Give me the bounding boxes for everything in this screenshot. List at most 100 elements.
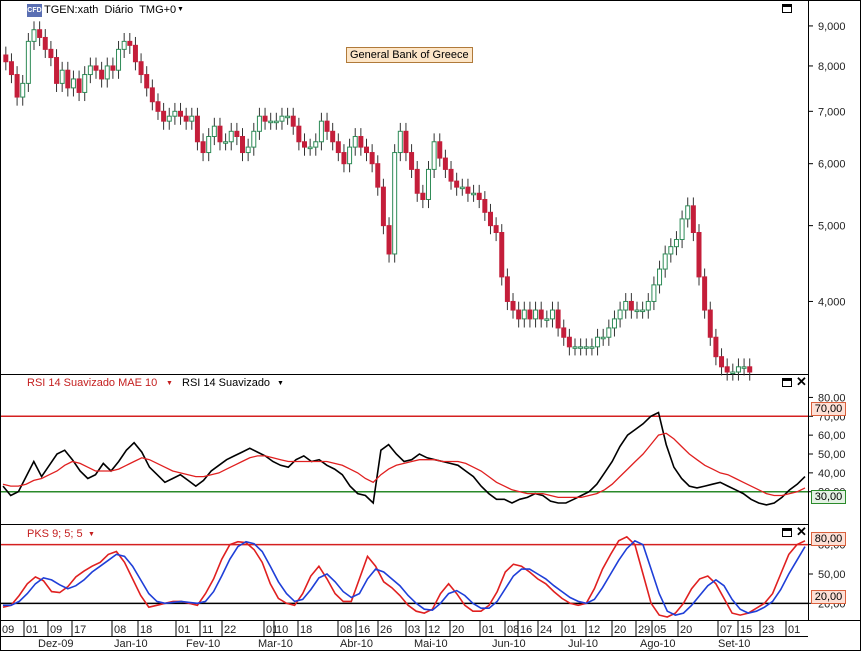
candle-body <box>138 61 144 76</box>
candle-body <box>31 29 37 42</box>
candle-body <box>386 225 392 255</box>
candle-body <box>425 168 431 200</box>
price-tick-label: 9,000 <box>818 21 846 33</box>
date-day-label: 29 <box>638 624 650 636</box>
candle-body <box>363 146 369 154</box>
candle-body <box>640 309 646 313</box>
candle-body <box>403 130 409 154</box>
date-day-label: 08 <box>114 624 126 636</box>
candle-body <box>437 141 443 159</box>
candle-body <box>679 218 685 241</box>
date-month-label: Jul-10 <box>568 638 598 650</box>
date-month-label: Set-10 <box>718 638 750 650</box>
candle-body <box>155 101 161 112</box>
indicator-tick-label: 50,00 <box>818 449 846 461</box>
candle-body <box>234 130 240 137</box>
rsi-ma-dropdown-icon[interactable]: ▼ <box>166 380 173 387</box>
date-day-label: 20 <box>614 624 626 636</box>
candle-body <box>347 146 353 165</box>
date-month-label: Dez-09 <box>38 638 73 650</box>
candle-body <box>341 152 347 165</box>
candle-body <box>516 309 522 320</box>
candlestick-series <box>3 21 753 381</box>
date-day-label: 05 <box>654 624 666 636</box>
date-month-label: Fev-10 <box>186 638 220 650</box>
date-axis: 09 01 09 17 08 18 01 11 22 0110 18 08 16 26 03 12 20 01 08… <box>0 621 808 650</box>
candle-body <box>70 78 76 89</box>
candle-body <box>741 366 747 369</box>
candle-body <box>285 115 291 119</box>
candle-body <box>59 69 65 84</box>
candle-body <box>144 74 150 89</box>
candle-body <box>730 371 736 374</box>
candle-body <box>369 152 375 165</box>
rsi-dropdown-icon[interactable]: ▼ <box>277 380 284 387</box>
date-day-label: 01 <box>178 624 190 636</box>
candle-body <box>25 40 31 84</box>
candle-body <box>623 300 629 311</box>
candle-body <box>104 65 110 80</box>
date-month-label: Jun-10 <box>492 638 526 650</box>
candle-body <box>65 69 71 89</box>
rsi-ma-label[interactable]: RSI 14 Suavizado MAE 10 <box>27 377 157 389</box>
price-tick-label: 7,000 <box>818 106 846 118</box>
candle-body <box>127 40 133 46</box>
date-day-label: 17 <box>74 624 86 636</box>
pks-dropdown-icon[interactable]: ▼ <box>88 531 95 538</box>
rsi-label[interactable]: RSI 14 Suavizado <box>182 377 270 389</box>
candle-body <box>713 336 719 358</box>
candle-body <box>228 130 234 143</box>
candle-body <box>414 168 420 194</box>
pks-panel-frame <box>0 524 809 621</box>
maximize-rsi-icon[interactable] <box>782 378 792 387</box>
candle-body <box>459 186 465 190</box>
candle-body <box>87 65 93 76</box>
candle-body <box>471 192 477 196</box>
price-tick-label: 6,000 <box>818 159 846 171</box>
date-day-label: 20 <box>452 624 464 636</box>
close-rsi-icon[interactable]: ✕ <box>796 375 807 388</box>
candle-body <box>673 239 679 248</box>
candle-body <box>690 205 696 234</box>
date-day-label: 01 <box>26 624 38 636</box>
date-day-label: 11 <box>202 624 213 636</box>
chart-canvas[interactable]: 9,000 8,000 7,000 6,000 5,000 4,000 80,00 70,0… <box>0 0 861 651</box>
candle-body <box>735 366 741 373</box>
right-axis-frame <box>808 0 861 621</box>
candle-body <box>380 186 386 227</box>
candle-body <box>707 309 713 338</box>
candle-body <box>183 115 189 122</box>
candle-body <box>194 115 200 143</box>
candle-body <box>493 225 499 234</box>
candle-body <box>533 309 539 320</box>
candle-body <box>240 135 246 154</box>
candle-body <box>662 253 668 270</box>
symbol-name: TGEN:xath <box>44 4 99 16</box>
candle-body <box>375 163 381 188</box>
pks-label[interactable]: PKS 9; 5; 5 <box>27 528 83 540</box>
date-day-label: 10 <box>276 624 288 636</box>
candle-body <box>206 135 212 154</box>
rsi-panel-frame <box>0 374 809 525</box>
candle-body <box>538 309 544 320</box>
candle-body <box>617 309 623 320</box>
close-pks-icon[interactable]: ✕ <box>796 525 807 538</box>
pks-levels <box>1 543 808 605</box>
candle-body <box>223 141 229 144</box>
candle-body <box>600 336 606 340</box>
candle-body <box>290 115 296 127</box>
candle-body <box>454 180 460 188</box>
pks-level-low-badge: 20,00 <box>811 590 846 604</box>
pks-level-high-badge: 80,00 <box>811 532 846 546</box>
symbol-dropdown-icon[interactable]: ▼ <box>177 6 184 13</box>
candle-body <box>256 115 262 132</box>
maximize-pks-icon[interactable] <box>782 528 792 537</box>
candle-body <box>392 152 398 255</box>
candle-body <box>566 336 572 348</box>
candle-body <box>121 40 127 50</box>
candle-body <box>589 346 595 349</box>
symbol-header[interactable]: TGEN:xath Diário TMG+0 <box>44 4 176 16</box>
candle-body <box>172 110 178 117</box>
maximize-price-icon[interactable] <box>782 4 792 13</box>
candle-body <box>189 115 195 122</box>
